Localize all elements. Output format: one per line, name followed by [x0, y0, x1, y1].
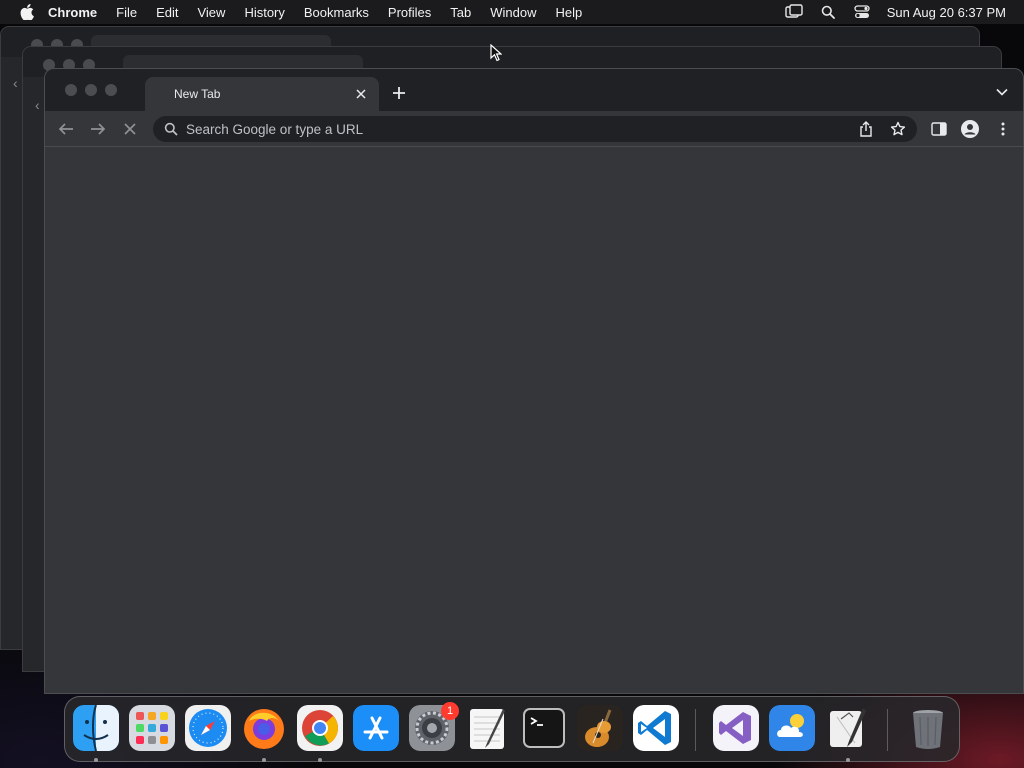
menu-tab[interactable]: Tab [450, 5, 471, 20]
stop-loading-icon[interactable] [121, 120, 139, 138]
chrome-window[interactable]: New Tab Search Google or type a URL [44, 68, 1024, 694]
bookmark-star-icon[interactable] [890, 121, 906, 137]
menu-view[interactable]: View [197, 5, 225, 20]
menu-help[interactable]: Help [556, 5, 583, 20]
profile-icon[interactable] [961, 120, 979, 138]
weather-icon[interactable] [769, 705, 815, 751]
mouse-cursor-icon [490, 44, 502, 62]
chrome-running-dot [318, 758, 322, 762]
forward-icon[interactable] [89, 120, 107, 138]
system-settings-badge: 1 [441, 702, 459, 720]
close-window-button[interactable] [65, 84, 77, 96]
back-icon[interactable] [57, 120, 75, 138]
window-controls [65, 84, 117, 96]
script-editor-icon[interactable] [825, 705, 871, 751]
menu-bar: Chrome File Edit View History Bookmarks … [0, 0, 1024, 24]
apple-menu-icon[interactable] [20, 4, 34, 20]
dock-separator-trash [887, 709, 888, 751]
trash-icon[interactable] [905, 705, 951, 751]
omnibox-search-icon [164, 122, 178, 136]
terminal-icon[interactable] [521, 705, 567, 751]
zoom-window-button[interactable] [105, 84, 117, 96]
menu-file[interactable]: File [116, 5, 137, 20]
spotlight-search-icon[interactable] [819, 3, 837, 21]
visual-studio-code-icon[interactable] [633, 705, 679, 751]
menu-bookmarks[interactable]: Bookmarks [304, 5, 369, 20]
tab-title: New Tab [174, 87, 221, 101]
page-content-area[interactable] [45, 147, 1023, 693]
dock-separator [695, 709, 696, 751]
more-menu-icon[interactable] [994, 120, 1012, 138]
garageband-icon[interactable] [577, 705, 623, 751]
control-center-icon[interactable] [853, 3, 871, 21]
visual-studio-icon[interactable] [713, 705, 759, 751]
menubar-clock[interactable]: Sun Aug 20 6:37 PM [887, 5, 1006, 20]
omnibox[interactable]: Search Google or type a URL [153, 116, 917, 142]
app-store-icon[interactable] [353, 705, 399, 751]
menu-edit[interactable]: Edit [156, 5, 178, 20]
tab-search-chevron-icon[interactable] [995, 86, 1009, 98]
finder-running-dot [94, 758, 98, 762]
menu-window[interactable]: Window [490, 5, 536, 20]
safari-icon[interactable] [185, 705, 231, 751]
tab-strip: New Tab [45, 69, 1023, 111]
menu-app-chrome[interactable]: Chrome [48, 5, 97, 20]
omnibox-placeholder[interactable]: Search Google or type a URL [186, 122, 363, 137]
side-panel-icon[interactable] [930, 120, 948, 138]
finder-icon[interactable] [73, 705, 119, 751]
firefox-running-dot [262, 758, 266, 762]
dock: 1 [64, 696, 960, 762]
menu-history[interactable]: History [244, 5, 284, 20]
menu-profiles[interactable]: Profiles [388, 5, 431, 20]
close-tab-icon[interactable] [353, 86, 369, 102]
browser-toolbar: Search Google or type a URL [45, 111, 1023, 147]
script-editor-running-dot [846, 758, 850, 762]
share-icon[interactable] [858, 121, 874, 137]
minimize-window-button[interactable] [85, 84, 97, 96]
screen-mirroring-icon[interactable] [785, 3, 803, 21]
tab-new-tab[interactable]: New Tab [145, 77, 379, 111]
firefox-icon[interactable] [241, 705, 287, 751]
textedit-icon[interactable] [465, 705, 511, 751]
new-tab-button[interactable] [390, 84, 408, 102]
google-chrome-icon[interactable] [297, 705, 343, 751]
launchpad-icon[interactable] [129, 705, 175, 751]
